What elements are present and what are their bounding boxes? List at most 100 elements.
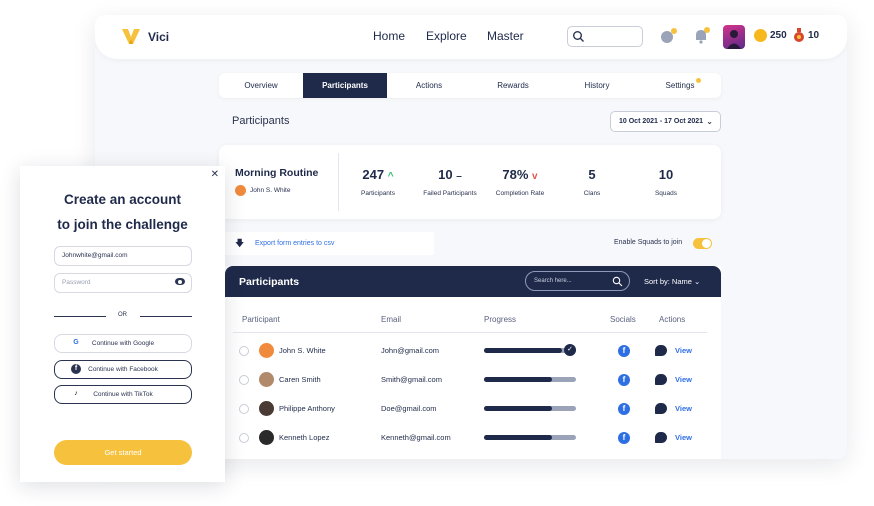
table-divider: [233, 332, 707, 333]
export-csv-button[interactable]: 🡇 Export form entries to csv: [219, 232, 434, 255]
tiktok-icon: ♪: [74, 390, 78, 397]
facebook-icon[interactable]: f: [618, 403, 630, 415]
search-icon: [612, 276, 623, 287]
progress-bar: [484, 348, 576, 353]
facebook-icon: f: [71, 364, 81, 374]
table-row: Caren Smith Smith@gmail.com f View: [225, 366, 721, 395]
participant-avatar: [259, 372, 274, 387]
stat-label: Squads: [654, 190, 678, 197]
view-button[interactable]: View: [675, 404, 692, 413]
chat-icon[interactable]: [655, 432, 667, 443]
table-header-bar: Participants Search here... Sort by: Nam…: [225, 266, 721, 297]
notification-dot: [704, 27, 710, 33]
chevron-down-icon: ⌄: [706, 117, 713, 126]
stats-card: Morning Routine John S. White 247 ^ Part…: [219, 145, 721, 219]
facebook-label: Continue with Facebook: [88, 366, 158, 373]
stat-value: 78%: [502, 167, 529, 182]
col-actions: Actions: [659, 315, 686, 324]
signup-title-line1: Create an account: [63, 192, 182, 207]
page-title: Participants: [232, 115, 290, 127]
participant-avatar: [259, 401, 274, 416]
stat-label: Failed Participants: [423, 190, 477, 197]
eye-icon[interactable]: [175, 278, 185, 285]
google-icon: G: [73, 339, 79, 346]
row-select-radio[interactable]: [239, 433, 249, 443]
facebook-icon[interactable]: f: [618, 345, 630, 357]
nav-explore[interactable]: Explore: [426, 29, 467, 43]
stat-label: Participants: [361, 190, 395, 197]
google-button[interactable]: G Continue with Google: [54, 334, 192, 353]
row-select-radio[interactable]: [239, 346, 249, 356]
tab-overview[interactable]: Overview: [219, 73, 303, 98]
get-started-button[interactable]: Get started: [54, 440, 192, 465]
signup-modal: ✕ Create an account to join the challeng…: [20, 166, 225, 482]
or-separator: OR: [118, 312, 127, 318]
download-icon: 🡇: [235, 238, 245, 248]
stat-failed: 10 – Failed Participants: [412, 167, 488, 197]
sort-dropdown[interactable]: Sort by: Name ⌄: [644, 277, 700, 286]
progress-fill: [484, 348, 563, 353]
sort-label: Sort by: Name: [644, 277, 692, 286]
facebook-icon[interactable]: f: [618, 374, 630, 386]
view-button[interactable]: View: [675, 346, 692, 355]
check-icon: ✓: [564, 344, 576, 356]
tab-actions[interactable]: Actions: [387, 73, 471, 98]
participant-name: Philippe Anthony: [279, 404, 335, 413]
participant-name: John S. White: [279, 346, 326, 355]
nav-master[interactable]: Master: [487, 29, 524, 43]
stat-value: 10: [438, 167, 453, 182]
stage: Vici Home Explore Master 250 10 Overview…: [0, 0, 874, 506]
squads-toggle[interactable]: [693, 238, 712, 249]
tab-rewards[interactable]: Rewards: [471, 73, 555, 98]
stat-participants: 247 ^ Participants: [353, 167, 403, 197]
stat-label: Clans: [583, 190, 601, 197]
chat-icon[interactable]: [655, 403, 667, 414]
coin-balance: 250: [770, 30, 787, 41]
stat-value: 10: [658, 167, 674, 182]
tab-participants[interactable]: Participants: [303, 73, 387, 98]
tiktok-button[interactable]: ♪ Continue with TikTok: [54, 385, 192, 404]
progress-bar: [484, 406, 576, 411]
settings-notification-dot: [696, 78, 701, 83]
user-avatar[interactable]: [723, 25, 745, 49]
progress-bar: [484, 435, 576, 440]
table-title: Participants: [239, 276, 300, 288]
email-field[interactable]: Johnwhite@gmail.com: [54, 246, 192, 266]
owner-avatar: [235, 185, 246, 196]
chat-icon[interactable]: [655, 374, 667, 385]
nav-home[interactable]: Home: [373, 29, 405, 43]
stat-value: 5: [588, 167, 596, 182]
divider: [140, 316, 192, 317]
brand-name: Vici: [148, 30, 170, 44]
moon-icon[interactable]: [659, 27, 679, 47]
date-range-picker[interactable]: 10 Oct 2021 - 17 Oct 2021 ⌄: [610, 111, 721, 132]
password-field[interactable]: Password: [54, 273, 192, 293]
facebook-button[interactable]: f Continue with Facebook: [54, 360, 192, 379]
table-search-input[interactable]: Search here...: [525, 271, 630, 291]
stat-completion: 78% v Completion Rate: [491, 167, 549, 197]
close-icon[interactable]: ✕: [211, 169, 219, 180]
top-search-input[interactable]: [567, 26, 643, 47]
facebook-icon[interactable]: f: [618, 432, 630, 444]
participant-email: Smith@gmail.com: [381, 375, 442, 384]
stat-clans: 5 Clans: [572, 167, 612, 197]
tab-settings-label: Settings: [665, 81, 695, 90]
view-button[interactable]: View: [675, 375, 692, 384]
progress-fill: [484, 377, 553, 382]
chat-icon[interactable]: [655, 345, 667, 356]
participant-email: Kenneth@gmail.com: [381, 433, 451, 442]
notification-dot: [671, 28, 677, 34]
top-navbar: Vici Home Explore Master 250 10: [95, 15, 847, 59]
vici-logo-icon: [122, 29, 140, 44]
password-placeholder: Password: [62, 279, 91, 286]
row-select-radio[interactable]: [239, 375, 249, 385]
tab-settings[interactable]: Settings: [639, 73, 721, 98]
row-select-radio[interactable]: [239, 404, 249, 414]
tab-history[interactable]: History: [555, 73, 639, 98]
stat-squads: 10 Squads: [646, 167, 686, 197]
participant-avatar: [259, 343, 274, 358]
tiktok-label: Continue with TikTok: [93, 391, 153, 398]
participant-email: John@gmail.com: [381, 346, 440, 355]
view-button[interactable]: View: [675, 433, 692, 442]
bell-icon[interactable]: [692, 27, 712, 47]
